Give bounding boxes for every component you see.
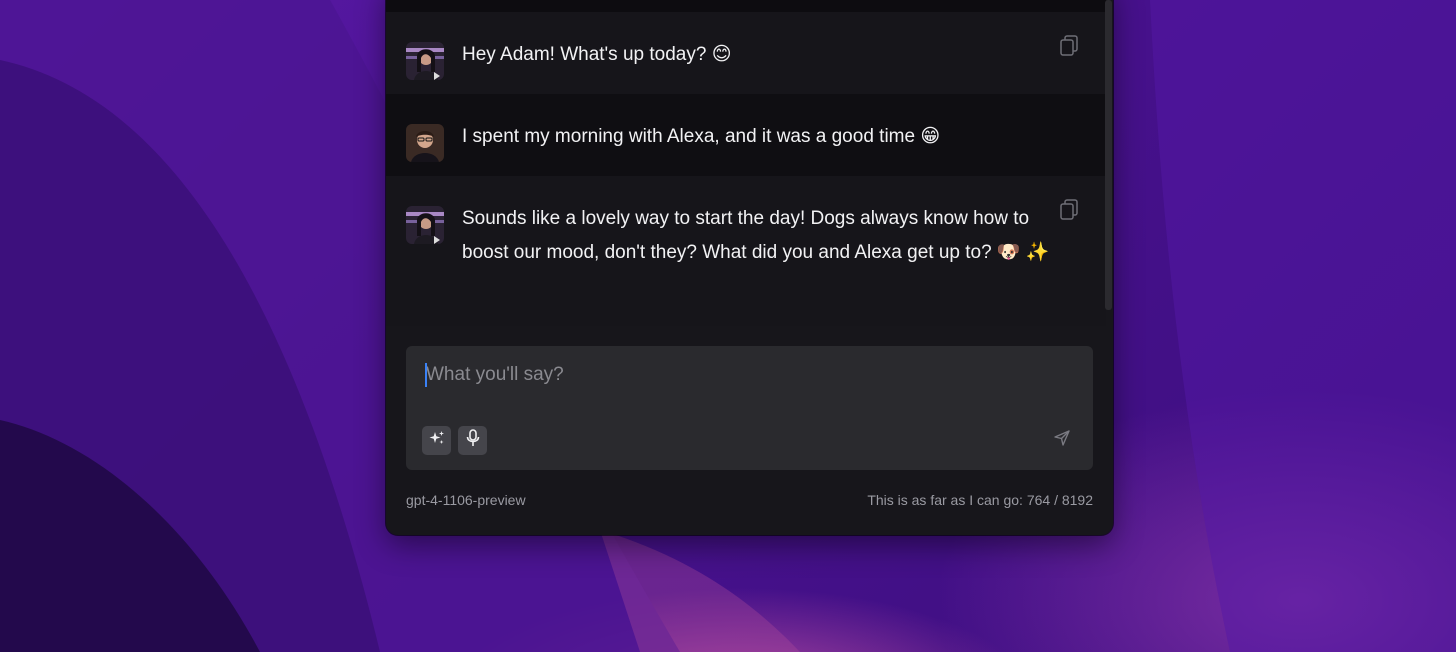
chat-scrollbar[interactable]	[1105, 0, 1112, 310]
message-text: Hey Adam! What's up today? 😊	[462, 44, 732, 65]
window-top-strip	[386, 0, 1106, 12]
send-button[interactable]	[1050, 428, 1074, 452]
user-avatar	[406, 124, 444, 162]
user-message: I spent my morning with Alexa, and it wa…	[386, 94, 1106, 176]
magic-button[interactable]	[422, 426, 451, 455]
token-usage: This is as far as I can go: 764 / 8192	[867, 492, 1093, 508]
message-text: Sounds like a lovely way to start the da…	[462, 208, 1050, 263]
assistant-avatar	[406, 42, 444, 80]
assistant-avatar	[406, 206, 444, 244]
chat-window: Hey Adam! What's up today? 😊 I spent my …	[386, 0, 1113, 535]
model-label: gpt-4-1106-preview	[406, 492, 526, 508]
copy-icon[interactable]	[1059, 35, 1079, 57]
assistant-message: Hey Adam! What's up today? 😊	[386, 12, 1106, 94]
text-caret	[425, 363, 427, 387]
sparkles-icon	[429, 430, 445, 451]
send-icon	[1053, 429, 1071, 452]
microphone-icon	[466, 429, 480, 452]
message-input[interactable]	[424, 360, 1066, 390]
microphone-button[interactable]	[458, 426, 487, 455]
copy-icon[interactable]	[1059, 199, 1079, 221]
message-text: I spent my morning with Alexa, and it wa…	[462, 126, 941, 147]
assistant-message: Sounds like a lovely way to start the da…	[386, 176, 1106, 326]
message-composer	[406, 346, 1093, 470]
